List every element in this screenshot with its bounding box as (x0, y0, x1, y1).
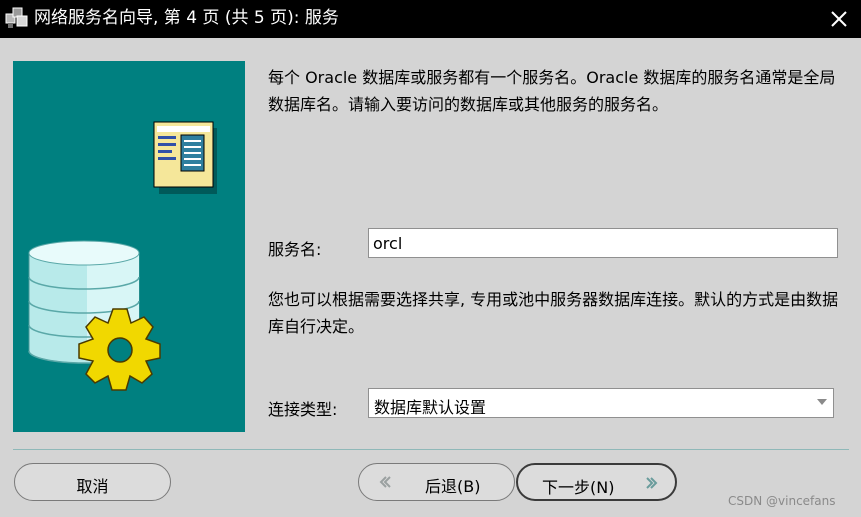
connection-help-text: 您也可以根据需要选择共享, 专用或池中服务器数据库连接。默认的方式是由数据库自行… (268, 290, 839, 336)
service-name-label: 服务名: (268, 240, 322, 259)
cancel-button[interactable]: 取消 (14, 463, 171, 501)
close-icon[interactable] (824, 4, 854, 34)
connection-type-value: 数据库默认设置 (374, 398, 487, 417)
database-illustration (28, 121, 217, 391)
connection-type-select[interactable]: 数据库默认设置 (368, 388, 834, 418)
watermark: CSDN @vincefans (728, 494, 836, 508)
cancel-button-label: 取消 (76, 477, 109, 496)
app-cubes-icon (5, 7, 28, 28)
wizard-illustration-panel (13, 61, 245, 432)
back-button-label: 后退(B) (425, 477, 481, 496)
chevron-right-icon (646, 477, 658, 489)
footer-divider (13, 449, 849, 450)
connection-type-label: 连接类型: (268, 400, 338, 419)
document-icon (153, 121, 217, 194)
window-title: 网络服务名向导, 第 4 页 (共 5 页): 服务 (34, 8, 339, 28)
gear-icon (78, 308, 161, 391)
title-bar: 网络服务名向导, 第 4 页 (共 5 页): 服务 (0, 0, 861, 38)
back-button[interactable]: 后退(B) (358, 463, 515, 501)
next-button[interactable]: 下一步(N) (516, 463, 677, 501)
intro-text: 每个 Oracle 数据库或服务都有一个服务名。Oracle 数据库的服务名通常… (268, 68, 836, 114)
next-button-label: 下一步(N) (542, 478, 615, 497)
chevron-down-icon (817, 399, 827, 405)
chevron-left-icon (379, 476, 391, 488)
service-name-input[interactable] (368, 228, 838, 258)
